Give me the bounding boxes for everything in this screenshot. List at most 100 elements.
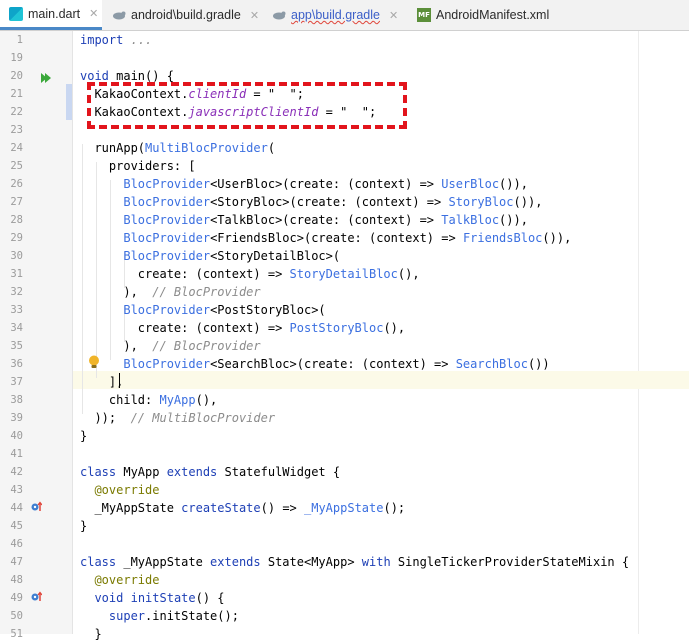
code-token: State<MyApp> <box>260 555 362 569</box>
line-number: 20 <box>10 70 23 82</box>
code-token: <PostStoryBloc>( <box>210 303 326 317</box>
line-number: 36 <box>10 358 23 370</box>
code-token: initState <box>130 591 196 605</box>
code-token: void <box>94 591 124 605</box>
light-bulb-icon[interactable] <box>88 355 100 369</box>
code-line[interactable]: 43 @override <box>0 481 689 499</box>
code-token: createState <box>181 501 261 515</box>
code-text: ), // BlocProvider <box>80 337 260 355</box>
code-line[interactable]: 42 class MyApp extends StatefulWidget { <box>0 463 689 481</box>
line-number: 44 <box>10 502 23 514</box>
code-token: class <box>80 465 117 479</box>
override-method-icon[interactable] <box>31 591 42 602</box>
code-line[interactable]: 46 <box>0 535 689 553</box>
code-token: (), <box>383 321 406 335</box>
code-text: ), // BlocProvider <box>80 283 260 301</box>
code-line[interactable]: 39 )); // MultiBlocProvider <box>0 409 689 427</box>
code-line[interactable]: 26 BlocProvider<UserBloc>(create: (conte… <box>0 175 689 193</box>
code-token: )); <box>80 411 131 425</box>
code-token: TalkBloc <box>441 213 500 227</box>
code-token: } <box>80 627 102 641</box>
line-number: 29 <box>10 232 23 244</box>
code-line[interactable]: 32 ), // BlocProvider <box>0 283 689 301</box>
code-token: ), <box>80 339 153 353</box>
code-line[interactable]: 44 _MyAppState createState() => _MyAppSt… <box>0 499 689 517</box>
line-number: 43 <box>10 484 23 496</box>
code-token: ()), <box>499 177 528 191</box>
code-text: @override <box>80 571 159 589</box>
code-line[interactable]: 49 void initState() { <box>0 589 689 607</box>
gradle-icon <box>113 11 126 20</box>
run-icon[interactable] <box>40 72 52 84</box>
code-token: providers: [ <box>80 159 196 173</box>
code-token: _MyAppState <box>116 555 211 569</box>
code-token: with <box>361 555 391 569</box>
code-line[interactable]: 35 ), // BlocProvider <box>0 337 689 355</box>
code-token: .initState(); <box>145 609 239 623</box>
code-line[interactable]: 28 BlocProvider<TalkBloc>(create: (conte… <box>0 211 689 229</box>
line-number: 30 <box>10 250 23 262</box>
code-token: BlocProvider <box>123 303 211 317</box>
code-token: MultiBlocProvider <box>145 141 268 155</box>
tab-app-build-gradle[interactable]: app\build.gradle ✕ <box>262 0 407 30</box>
close-tab-icon[interactable]: ✕ <box>89 7 98 20</box>
code-token: BlocProvider <box>123 195 211 209</box>
code-token: BlocProvider <box>123 213 211 227</box>
code-line[interactable]: 50 super.initState(); <box>0 607 689 625</box>
code-token: BlocProvider <box>123 357 211 371</box>
code-token: ()), <box>542 231 572 245</box>
code-text: BlocProvider<PostStoryBloc>( <box>80 301 326 319</box>
code-line[interactable]: 36 BlocProvider<SearchBloc>(create: (con… <box>0 355 689 373</box>
tab-android-manifest[interactable]: MF AndroidManifest.xml <box>407 0 577 30</box>
code-line[interactable]: 31 create: (context) => StoryDetailBloc(… <box>0 265 689 283</box>
code-token: (); <box>383 501 406 515</box>
code-token: // MultiBlocProvider <box>130 411 276 425</box>
code-line[interactable]: 40} <box>0 427 689 445</box>
code-token: @override <box>94 483 160 497</box>
code-line[interactable]: 33 BlocProvider<PostStoryBloc>( <box>0 301 689 319</box>
line-number: 26 <box>10 178 23 190</box>
line-number: 27 <box>10 196 23 208</box>
code-line[interactable]: 29 BlocProvider<FriendsBloc>(create: (co… <box>0 229 689 247</box>
code-line[interactable]: 47 class _MyAppState extends State<MyApp>… <box>0 553 689 571</box>
tab-android-build-gradle[interactable]: android\build.gradle ✕ <box>102 0 262 30</box>
code-token: <FriendsBloc>(create: (context) => <box>210 231 463 245</box>
code-token: FriendsBloc <box>462 231 543 245</box>
override-method-icon[interactable] <box>31 501 42 512</box>
code-line[interactable]: 1 import ... <box>0 31 689 49</box>
close-tab-icon[interactable]: ✕ <box>250 9 259 22</box>
code-line[interactable]: 37 ], <box>0 373 689 391</box>
line-number: 50 <box>10 610 23 622</box>
code-line[interactable]: 45} <box>0 517 689 535</box>
code-line[interactable]: 24 runApp(MultiBlocProvider( <box>0 139 689 157</box>
code-line[interactable]: 41 <box>0 445 689 463</box>
code-line[interactable]: 38 child: MyApp(), <box>0 391 689 409</box>
code-token: } <box>80 519 88 533</box>
code-line[interactable]: 19 <box>0 49 689 67</box>
code-line[interactable]: 25 providers: [ <box>0 157 689 175</box>
code-token: void <box>80 69 109 83</box>
tab-main-dart[interactable]: main.dart ✕ <box>0 0 102 30</box>
line-number: 39 <box>10 412 23 424</box>
code-text: ], <box>80 373 123 391</box>
code-line[interactable]: 48 @override <box>0 571 689 589</box>
code-token: (), <box>195 393 218 407</box>
code-line[interactable]: 34 create: (context) => PostStoryBloc(), <box>0 319 689 337</box>
code-token: <StoryBloc>(create: (context) => <box>210 195 449 209</box>
close-tab-icon[interactable]: ✕ <box>389 9 398 22</box>
line-number: 31 <box>10 268 23 280</box>
dart-file-icon <box>9 6 23 21</box>
code-line[interactable]: 27 BlocProvider<StoryBloc>(create: (cont… <box>0 193 689 211</box>
code-line[interactable]: 51 } <box>0 625 689 643</box>
code-token: MyApp <box>159 393 196 407</box>
code-text: class _MyAppState extends State<MyApp> w… <box>80 553 629 571</box>
code-token: StatefulWidget { <box>217 465 341 479</box>
code-line[interactable]: 30 BlocProvider<StoryDetailBloc>( <box>0 247 689 265</box>
